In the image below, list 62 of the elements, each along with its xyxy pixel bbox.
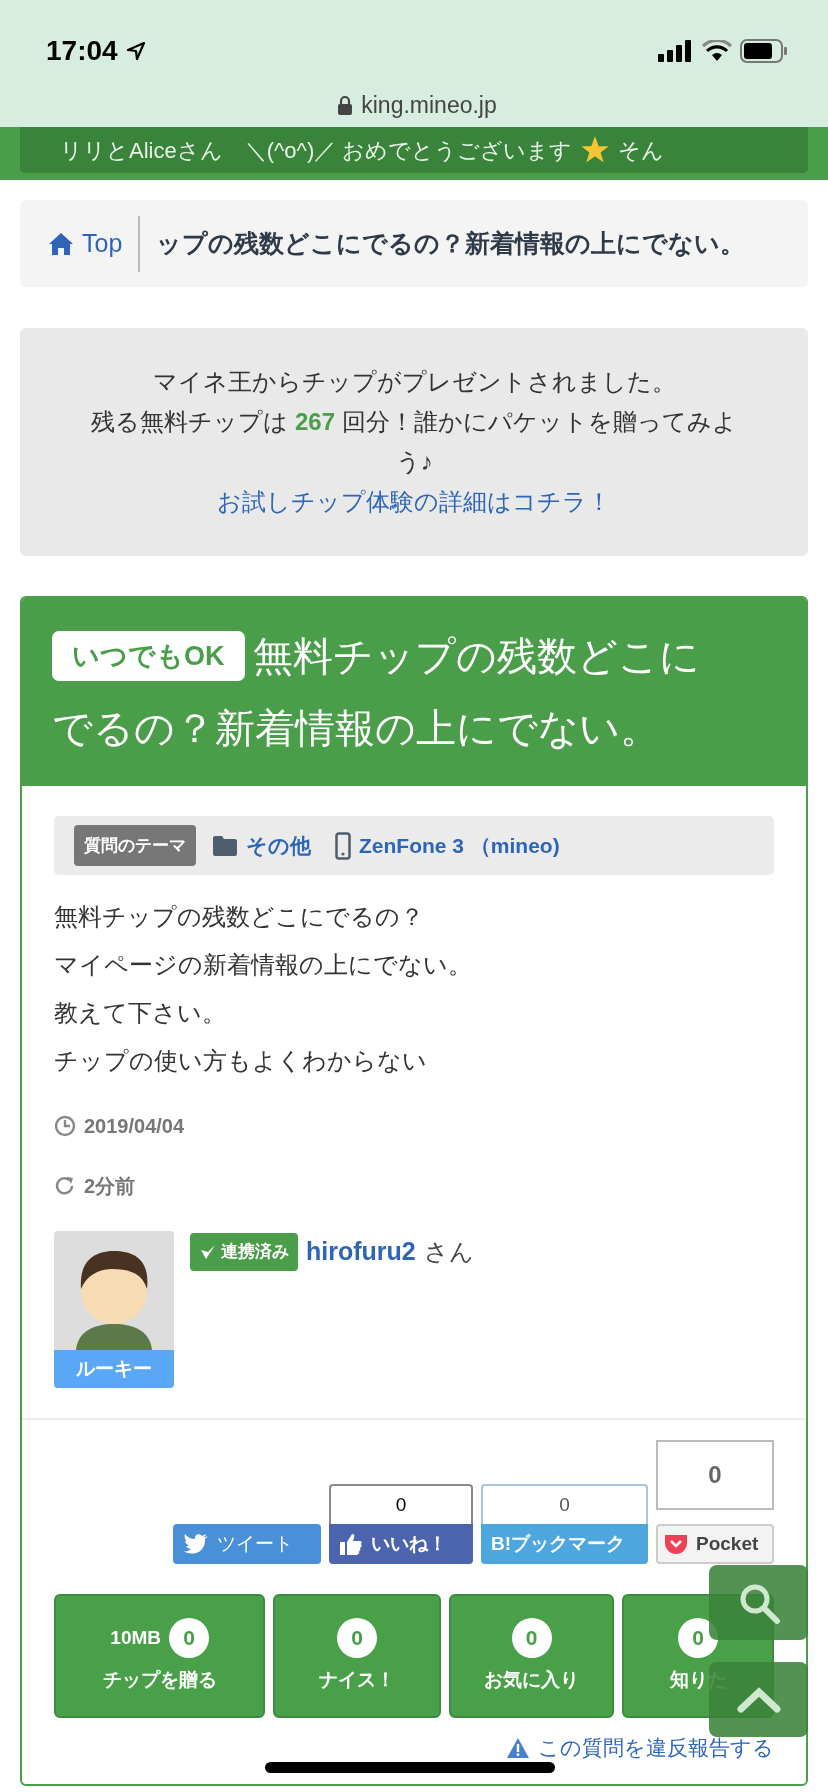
pocket-button[interactable]: Pocket	[656, 1524, 774, 1564]
notice-text: 残る無料チップは 267 回分！誰かにパケットを贈ってみよう♪	[90, 407, 738, 477]
reaction-count: 0	[337, 1617, 378, 1658]
question-title: 無料チップの残数どこに	[252, 633, 700, 680]
location-arrow-icon	[125, 41, 146, 61]
question-text: マイページの新着情報の上にでない。	[54, 950, 473, 980]
question-text: 教えて下さい。	[54, 998, 227, 1028]
reaction-label: チップを贈る	[102, 1667, 217, 1692]
thumbs-up-icon	[339, 1532, 363, 1556]
question-text: チップの使い方もよくわからない	[54, 1046, 428, 1076]
star-icon	[580, 135, 611, 165]
tip-amount: 10MB	[110, 1625, 162, 1650]
reaction-label: お気に入り	[484, 1667, 580, 1692]
tweet-button[interactable]: ツイート	[173, 1524, 321, 1564]
lock-icon	[337, 95, 354, 116]
bookmark-count: 0	[481, 1484, 648, 1524]
wifi-icon	[702, 40, 732, 62]
url-text: king.mineo.jp	[361, 91, 497, 120]
reaction-count: 0	[678, 1617, 719, 1658]
signal-icon	[658, 40, 694, 62]
warning-icon	[506, 1736, 530, 1759]
like-button[interactable]: いいね！	[329, 1524, 473, 1564]
reaction-count: 0	[511, 1617, 552, 1658]
folder-icon	[212, 834, 238, 857]
posted-date: 2019/04/04	[84, 1114, 185, 1139]
reaction-button[interactable]: 0 ナイス！	[273, 1594, 441, 1718]
reaction-label: ナイス！	[319, 1667, 396, 1692]
question-text: 無料チップの残数どこにでるの？	[54, 902, 425, 932]
linked-badge: 連携済み	[190, 1233, 298, 1271]
reaction-button[interactable]: 10MB 0 チップを贈る	[54, 1594, 266, 1718]
battery-icon	[740, 39, 788, 63]
rank-label: ルーキー	[54, 1350, 174, 1388]
pocket-count: 0	[656, 1440, 774, 1510]
refresh-icon	[54, 1175, 76, 1197]
reaction-button[interactable]: 0 お気に入り	[448, 1594, 615, 1718]
bird-icon	[183, 1533, 209, 1555]
report-link[interactable]: この質問を違反報告する	[506, 1732, 774, 1764]
status-badge: いつでもOK	[52, 631, 245, 681]
pocket-icon	[664, 1533, 688, 1555]
updated-time: 2分前	[84, 1174, 136, 1199]
like-count: 0	[329, 1484, 473, 1524]
reaction-count: 0	[169, 1617, 210, 1658]
home-icon	[48, 231, 74, 256]
honorific-text: さん	[423, 1237, 474, 1267]
scroll-top-button[interactable]	[709, 1662, 808, 1737]
chevron-up-icon	[736, 1686, 781, 1713]
clock-time: 17:04	[46, 34, 118, 68]
notice-link[interactable]: お試しチップ体験の詳細はコチラ！	[217, 488, 611, 515]
theme-label: 質問のテーマ	[74, 824, 196, 867]
ticker-text: そん	[618, 136, 665, 165]
ticker-text: リリとAliceさん ＼(^o^)／ おめでとうございます	[60, 136, 573, 165]
breadcrumb-current: ップの残数どこにでるの？新着情報の上にでない。	[156, 227, 746, 259]
question-title: でるの？新着情報の上にでない。	[52, 705, 661, 752]
search-button[interactable]	[709, 1565, 808, 1640]
clock-icon	[54, 1115, 76, 1137]
device-link[interactable]: ZenFone 3 （mineo)	[335, 829, 560, 862]
username-link[interactable]: hirofuru2	[306, 1233, 416, 1269]
phone-icon	[335, 831, 351, 860]
notice-text: マイネ王からチップがプレゼントされました。	[151, 367, 677, 397]
breadcrumb-home-link[interactable]: Top	[48, 224, 123, 263]
bookmark-button[interactable]: B!ブックマーク	[481, 1524, 648, 1564]
category-link[interactable]: その他	[212, 829, 311, 862]
